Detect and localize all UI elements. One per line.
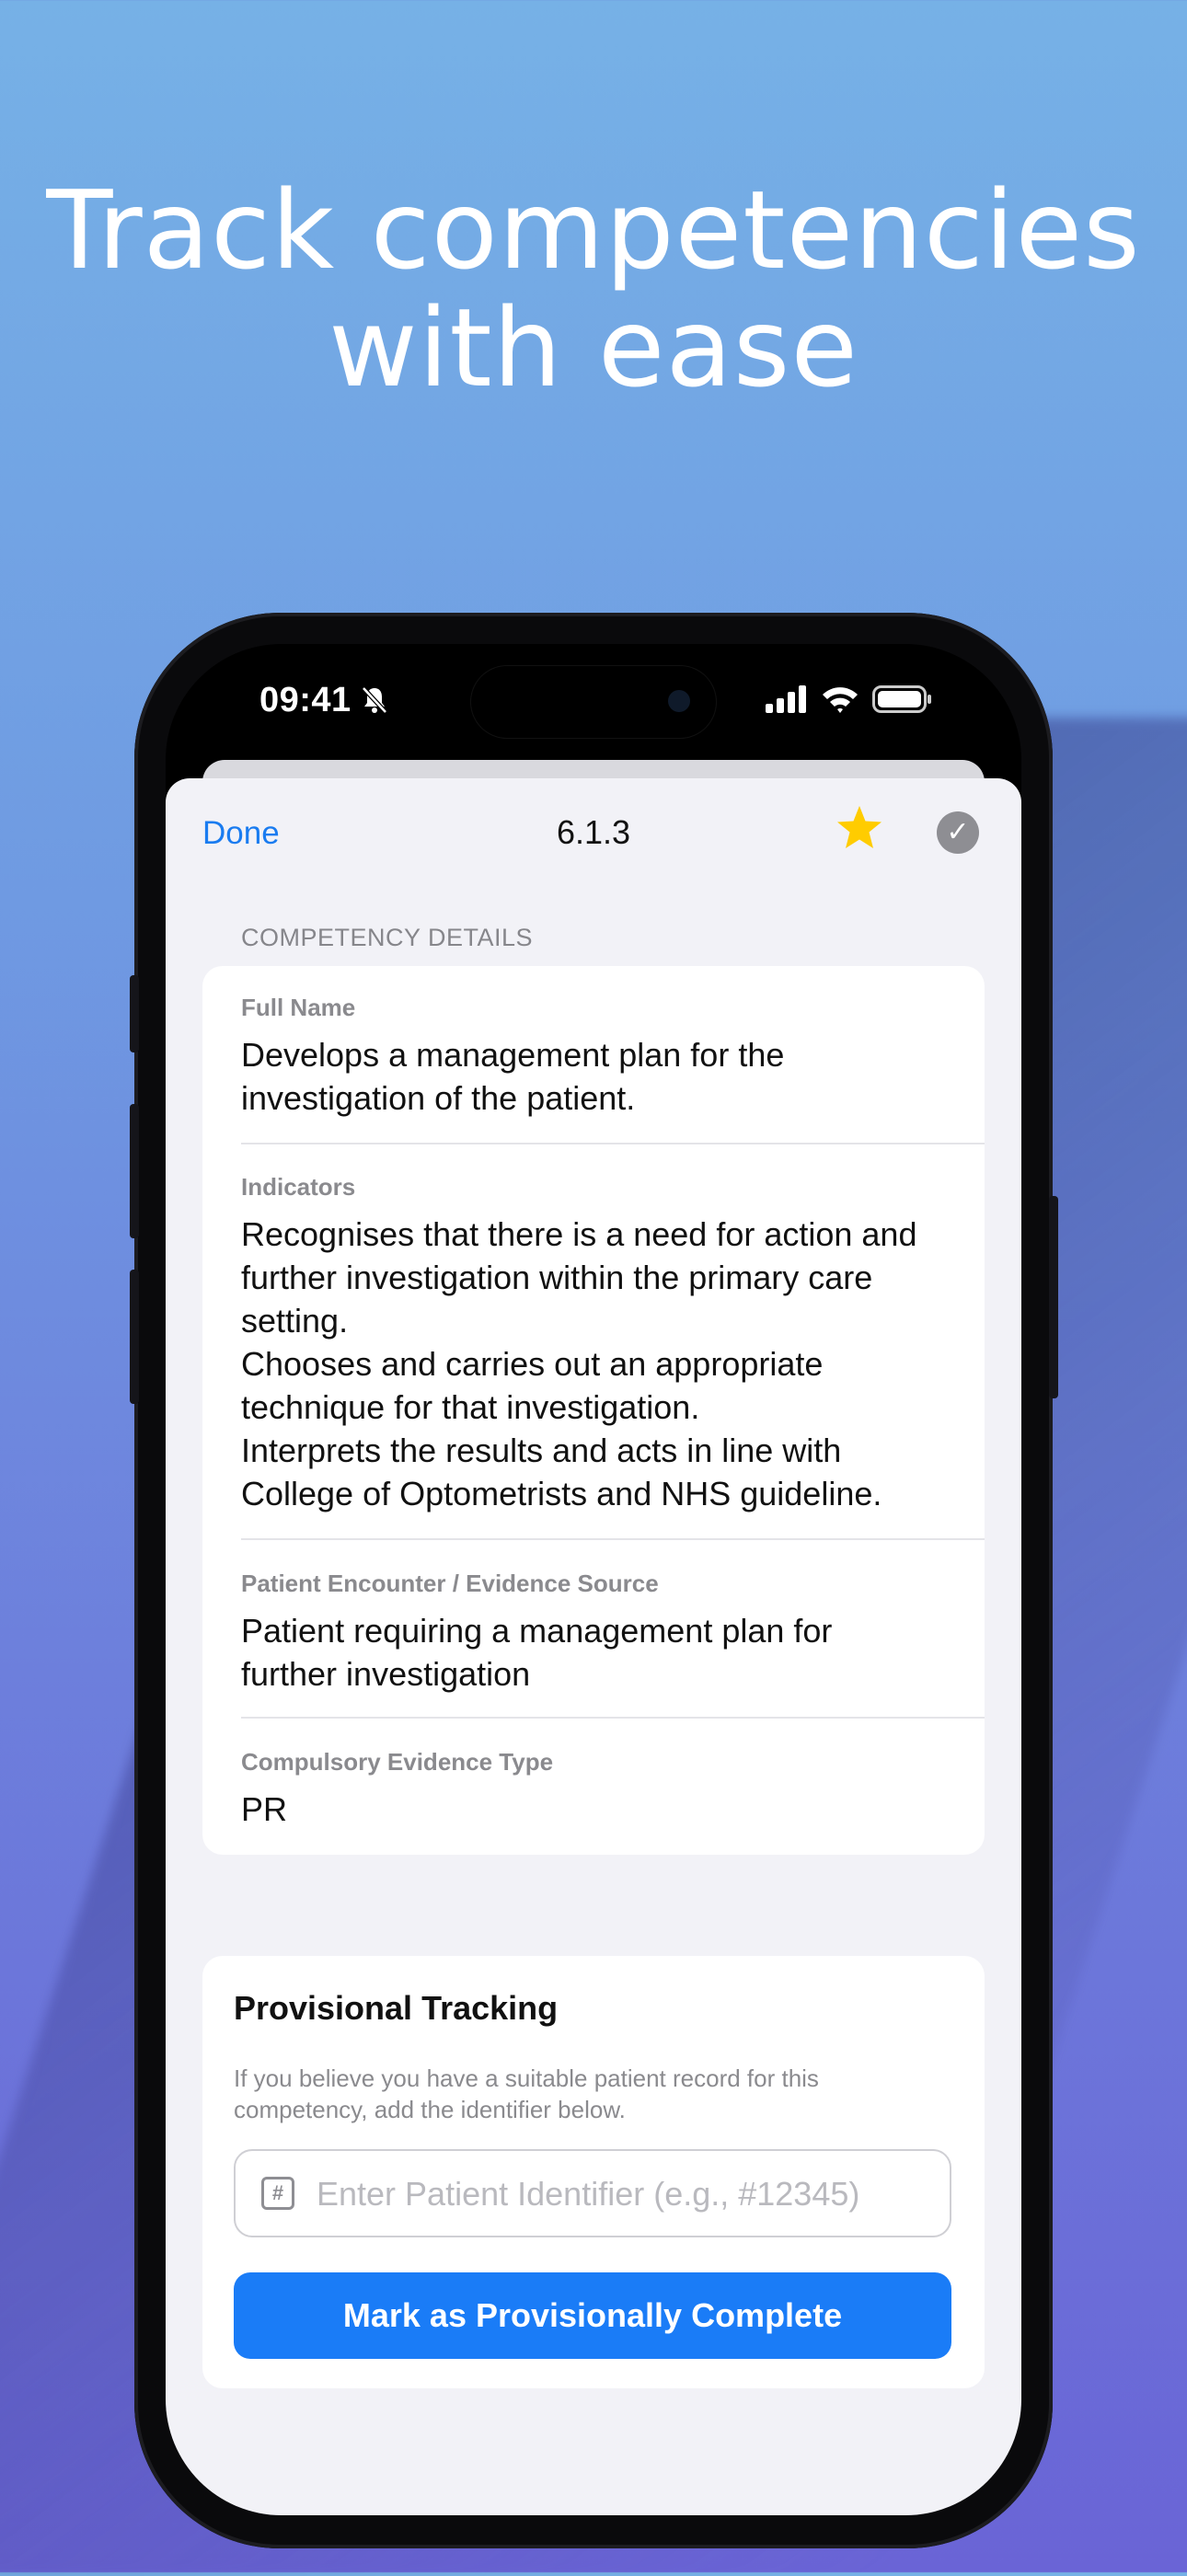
tracking-title: Provisional Tracking xyxy=(234,1989,559,2027)
patient-identifier-input[interactable]: # Enter Patient Identifier (e.g., #12345… xyxy=(234,2149,951,2237)
nav-title: 6.1.3 xyxy=(556,813,631,851)
muted-bell-icon xyxy=(359,684,390,720)
phone-power-button xyxy=(1049,1196,1058,1398)
evidence-type-label: Compulsory Evidence Type xyxy=(241,1748,554,1776)
encounter-row: Patient Encounter / Evidence Source Pati… xyxy=(241,1570,985,1696)
status-icons xyxy=(766,684,933,719)
evidence-type-row: Compulsory Evidence Type PR xyxy=(241,1748,985,1831)
star-icon[interactable] xyxy=(834,802,885,858)
divider xyxy=(241,1717,985,1719)
evidence-type-value: PR xyxy=(241,1790,288,1828)
section-header: COMPETENCY DETAILS xyxy=(241,924,534,951)
camera-dot xyxy=(668,690,690,712)
status-time: 09:41 xyxy=(259,681,351,719)
headline: Track competencies with ease xyxy=(0,171,1187,407)
encounter-value: Patient requiring a management plan for … xyxy=(241,1612,833,1693)
patient-identifier-placeholder: Enter Patient Identifier (e.g., #12345) xyxy=(317,2175,860,2213)
divider xyxy=(241,1143,985,1144)
indicators-row: Indicators Recognises that there is a ne… xyxy=(241,1173,985,1515)
battery-icon xyxy=(872,684,933,719)
full-name-label: Full Name xyxy=(241,994,356,1021)
hash-icon: # xyxy=(261,2177,294,2210)
dynamic-island xyxy=(471,666,716,738)
indicators-value: Recognises that there is a need for acti… xyxy=(241,1215,917,1512)
headline-line-2: with ease xyxy=(328,284,859,411)
full-name-value: Develops a management plan for the inves… xyxy=(241,1036,785,1117)
encounter-label: Patient Encounter / Evidence Source xyxy=(241,1570,659,1597)
details-card: Full Name Develops a management plan for… xyxy=(202,966,985,1855)
indicators-label: Indicators xyxy=(241,1173,356,1201)
phone-screen: 09:41 Done 6.1.3 ✓ COMPETENCY DETAILS Fu… xyxy=(166,644,1021,2515)
full-name-row: Full Name Develops a management plan for… xyxy=(241,994,985,1120)
wifi-icon xyxy=(821,684,859,719)
provisional-tracking-card: Provisional Tracking If you believe you … xyxy=(202,1956,985,2388)
phone-action-button xyxy=(130,975,139,1052)
mark-provisionally-complete-button[interactable]: Mark as Provisionally Complete xyxy=(234,2272,951,2359)
headline-line-1: Track competencies xyxy=(46,167,1141,293)
divider xyxy=(241,1538,985,1540)
phone-volume-down-button xyxy=(130,1270,139,1404)
competency-sheet: Done 6.1.3 ✓ COMPETENCY DETAILS Full Nam… xyxy=(166,778,1021,2515)
checkmark-icon[interactable]: ✓ xyxy=(937,811,979,854)
signal-icon xyxy=(766,685,808,718)
tracking-description: If you believe you have a suitable patie… xyxy=(234,2064,819,2123)
phone-volume-up-button xyxy=(130,1104,139,1238)
